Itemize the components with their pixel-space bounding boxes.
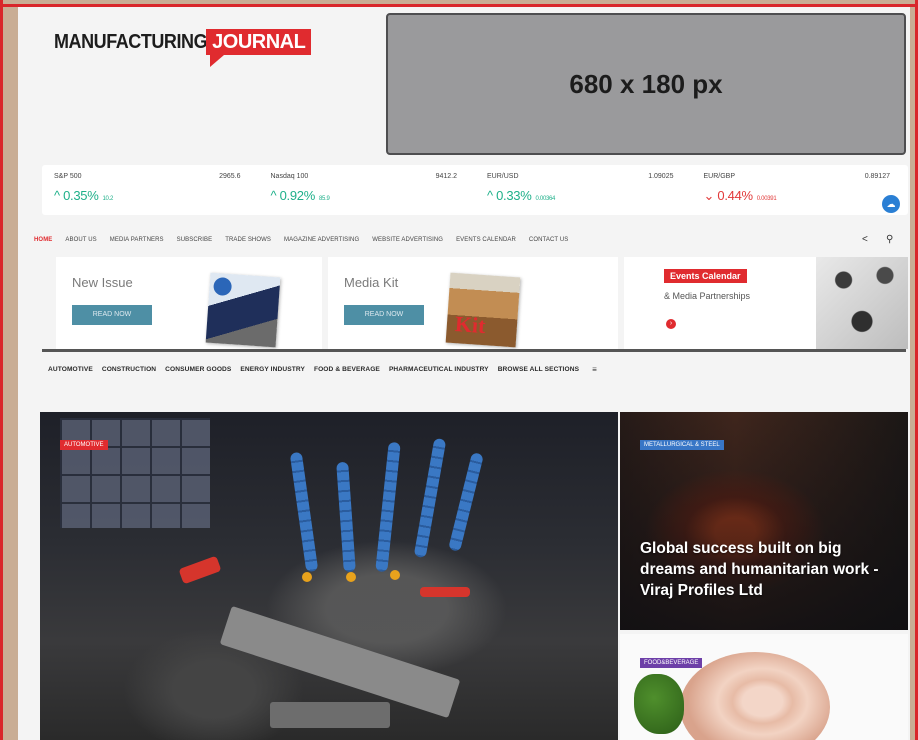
events-calendar-subtitle: & Media Partnerships <box>664 291 751 301</box>
share-icon[interactable]: < <box>862 234 868 245</box>
nozzle <box>346 572 356 582</box>
nav-item-subscribe[interactable]: SUBSCRIBE <box>177 237 213 243</box>
section-automotive[interactable]: AUTOMOTIVE <box>48 366 93 373</box>
nav-item-about-us[interactable]: ABOUT US <box>65 237 96 243</box>
arrow-up-icon: ^ <box>54 188 64 203</box>
section-food-beverage[interactable]: FOOD & BEVERAGE <box>314 366 380 373</box>
ticker-value: 9412.2 <box>435 173 457 180</box>
nav-item-magazine-advertising[interactable]: MAGAZINE ADVERTISING <box>284 237 359 243</box>
ticker-item[interactable]: S&P 500 2965.6 ^ 0.35% 10.2 <box>42 165 259 215</box>
events-calendar-title: Events Calendar <box>664 269 747 283</box>
ad-placeholder[interactable]: 680 x 180 px <box>386 13 906 155</box>
nav-item-website-advertising[interactable]: WEBSITE ADVERTISING <box>372 237 443 243</box>
category-badge[interactable]: METALLURGICAL & STEEL <box>640 440 724 450</box>
arrow-up-icon: ^ <box>270 188 280 203</box>
ticker-item[interactable]: Nasdaq 100 9412.2 ^ 0.92% 85.9 <box>259 165 476 215</box>
category-badge[interactable]: AUTOMOTIVE <box>60 440 108 450</box>
magazine-cover-image[interactable] <box>205 272 281 348</box>
category-badge[interactable]: FOOD&BEVERAGE <box>640 658 703 668</box>
ticker-item[interactable]: EUR/GBP 0.89127 ⌄ 0.44% 0.00391 ☁ <box>692 165 909 215</box>
media-kit-title: Media Kit <box>344 275 399 290</box>
red-clamp <box>420 587 470 597</box>
machined-part <box>270 702 390 728</box>
ticker-change: ⌄ 0.44% 0.00391 <box>703 188 777 203</box>
sections-nav: AUTOMOTIVE CONSTRUCTION CONSUMER GOODS E… <box>48 359 906 379</box>
media-kit-cover-text: Kit <box>454 311 487 339</box>
arrow-circle-icon[interactable]: › <box>666 319 676 329</box>
promo-strip: New Issue READ NOW Media Kit READ NOW Ki… <box>56 257 908 349</box>
nozzle <box>302 572 312 582</box>
arrow-up-icon: ^ <box>487 188 497 203</box>
ticker-value: 2965.6 <box>219 173 241 180</box>
tuna-image <box>680 652 830 740</box>
herb-image <box>634 674 684 734</box>
coolant-pipe <box>448 452 484 552</box>
logo-text-journal: JOURNAL <box>206 29 312 67</box>
media-kit-card[interactable]: Media Kit READ NOW Kit <box>328 257 618 349</box>
article-headline[interactable]: Global success built on big dreams and h… <box>640 538 880 601</box>
nav-item-events-calendar[interactable]: EVENTS CALENDAR <box>456 237 516 243</box>
coolant-pipe <box>413 437 447 559</box>
nav-item-media-partners[interactable]: MEDIA PARTNERS <box>110 237 164 243</box>
section-browse-all[interactable]: BROWSE ALL SECTIONS <box>498 366 579 373</box>
cloud-icon[interactable]: ☁ <box>882 195 900 213</box>
side-article-card[interactable]: FOOD&BEVERAGE <box>620 634 908 740</box>
ticker-change: ^ 0.92% 85.9 <box>270 188 330 203</box>
nav-item-contact-us[interactable]: CONTACT US <box>529 237 568 243</box>
ad-size-label: 680 x 180 px <box>569 68 723 99</box>
web-page: MANUFACTURING JOURNAL 680 x 180 px S&P 5… <box>18 7 910 740</box>
logo-text-manufacturing: MANUFACTURING <box>54 31 208 53</box>
coolant-pipe <box>336 461 356 573</box>
events-calendar-card[interactable]: Events Calendar & Media Partnerships › <box>624 257 908 349</box>
ticker-value: 0.89127 <box>864 173 890 180</box>
side-article-card[interactable]: METALLURGICAL & STEEL Global success bui… <box>620 412 908 630</box>
arrow-down-icon: ⌄ <box>703 188 718 203</box>
red-clamp <box>178 555 222 585</box>
new-issue-read-now-button[interactable]: READ NOW <box>72 305 152 325</box>
business-people-image <box>816 257 908 349</box>
ticker-value: 1.09025 <box>648 173 674 180</box>
ticker-change: ^ 0.35% 10.2 <box>54 188 113 203</box>
new-issue-card[interactable]: New Issue READ NOW <box>56 257 322 349</box>
top-navigation: HOME ABOUT US MEDIA PARTNERS SUBSCRIBE T… <box>34 225 906 255</box>
hero-article-image[interactable]: AUTOMOTIVE <box>40 412 618 740</box>
nav-item-trade-shows[interactable]: TRADE SHOWS <box>225 237 271 243</box>
coolant-pipe <box>289 451 319 573</box>
section-consumer-goods[interactable]: CONSUMER GOODS <box>165 366 231 373</box>
search-icon[interactable]: ⚲ <box>886 234 893 245</box>
media-kit-cover-image[interactable]: Kit <box>445 272 521 348</box>
nozzle <box>390 570 400 580</box>
section-pharmaceutical-industry[interactable]: PHARMACEUTICAL INDUSTRY <box>389 366 489 373</box>
ticker-item[interactable]: EUR/USD 1.09025 ^ 0.33% 0.00364 <box>475 165 692 215</box>
menu-icon[interactable]: ≡ <box>592 365 597 374</box>
new-issue-title: New Issue <box>72 275 133 290</box>
section-construction[interactable]: CONSTRUCTION <box>102 366 156 373</box>
window-grid-background <box>60 418 210 528</box>
media-kit-read-now-button[interactable]: READ NOW <box>344 305 424 325</box>
section-divider <box>42 349 906 352</box>
site-logo[interactable]: MANUFACTURING JOURNAL <box>54 29 312 67</box>
section-energy-industry[interactable]: ENERGY INDUSTRY <box>240 366 305 373</box>
market-ticker: S&P 500 2965.6 ^ 0.35% 10.2 Nasdaq 100 94… <box>42 165 908 215</box>
ticker-change: ^ 0.33% 0.00364 <box>487 188 556 203</box>
nav-item-home[interactable]: HOME <box>34 237 52 243</box>
coolant-pipe <box>375 441 401 573</box>
